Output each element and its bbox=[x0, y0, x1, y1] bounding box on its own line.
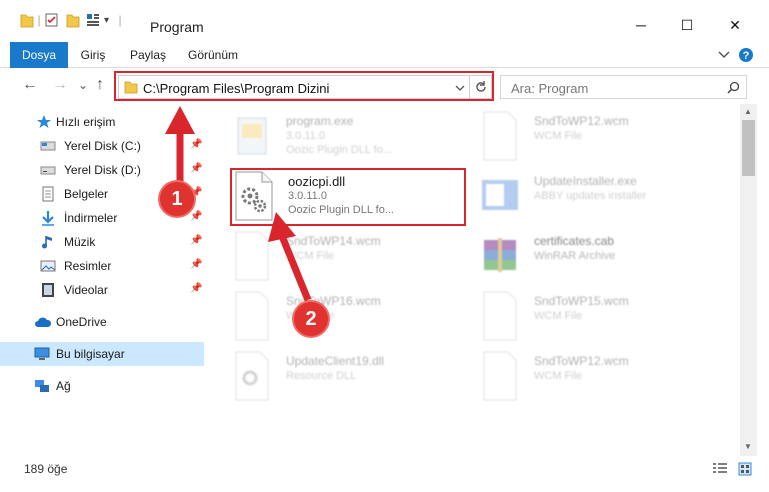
status-bar: 189 öğe bbox=[0, 458, 769, 480]
window-title: Program bbox=[150, 19, 204, 35]
sidebar-item-network[interactable]: Ağ bbox=[0, 374, 204, 398]
file-item[interactable]: SndToWP15.wcm WCM File bbox=[478, 288, 718, 346]
network-icon bbox=[35, 380, 49, 392]
view-options-icon[interactable] bbox=[86, 13, 100, 27]
title-bar: | ▾ | Program ─ ☐ ✕ bbox=[0, 0, 769, 42]
maximize-button[interactable]: ☐ bbox=[664, 14, 710, 36]
annotation-arrow-2 bbox=[268, 212, 312, 302]
download-icon bbox=[42, 211, 54, 226]
chevron-down-icon[interactable] bbox=[718, 50, 730, 60]
star-icon bbox=[37, 115, 51, 128]
dll-gear-icon bbox=[235, 351, 269, 401]
video-icon bbox=[42, 283, 54, 297]
document-icon bbox=[483, 111, 517, 161]
scroll-up-arrow[interactable]: ▲ bbox=[744, 107, 752, 116]
file-item[interactable]: certificates.cab WinRAR Archive bbox=[478, 228, 718, 286]
forward-button[interactable]: → bbox=[52, 76, 68, 94]
archive-icon bbox=[484, 238, 516, 272]
drive-icon bbox=[40, 166, 56, 175]
close-button[interactable]: ✕ bbox=[712, 14, 758, 36]
ribbon-tabs: Dosya Giriş Paylaş Görünüm ? bbox=[0, 42, 769, 68]
minimize-button[interactable]: ─ bbox=[618, 14, 664, 36]
file-item[interactable]: UpdateInstaller.exe ABBY updates install… bbox=[478, 168, 718, 226]
document-icon bbox=[483, 351, 517, 401]
details-view-icon[interactable] bbox=[712, 463, 728, 475]
file-item[interactable]: SndToWP12.wcm WCM File bbox=[478, 108, 718, 166]
installer-icon bbox=[482, 180, 518, 210]
up-button[interactable]: ↑ bbox=[96, 76, 104, 94]
quick-access-toolbar: | ▾ | bbox=[20, 12, 125, 28]
tab-share[interactable]: Paylaş bbox=[124, 42, 172, 68]
customize-toolbar-icon[interactable]: ▾ bbox=[104, 15, 109, 26]
file-item[interactable]: SndToWP12.wcm WCM File bbox=[478, 348, 718, 406]
tab-home[interactable]: Giriş bbox=[72, 42, 114, 68]
separator: | bbox=[118, 13, 122, 27]
new-folder-icon[interactable] bbox=[66, 12, 80, 28]
computer-icon bbox=[34, 347, 50, 360]
svg-text:?: ? bbox=[743, 50, 750, 62]
separator: | bbox=[37, 13, 41, 27]
cloud-icon bbox=[35, 317, 52, 327]
large-icons-view-icon[interactable] bbox=[738, 462, 752, 476]
step-badge-1: 1 bbox=[160, 182, 194, 216]
search-input[interactable]: Ara: Program bbox=[511, 81, 588, 96]
tab-view[interactable]: Görünüm bbox=[182, 42, 244, 68]
properties-icon[interactable] bbox=[44, 12, 60, 28]
scroll-down-arrow[interactable]: ▼ bbox=[744, 442, 752, 451]
scrollbar-thumb[interactable] bbox=[742, 120, 755, 176]
pictures-icon bbox=[40, 260, 56, 272]
folder-icon[interactable] bbox=[20, 12, 34, 28]
search-box[interactable]: Ara: Program bbox=[500, 75, 747, 99]
step-badge-2: 2 bbox=[294, 302, 328, 336]
vertical-scrollbar[interactable]: ▲ ▼ bbox=[740, 104, 757, 456]
documents-icon bbox=[42, 186, 54, 202]
drive-icon bbox=[40, 141, 56, 151]
item-count: 189 öğe bbox=[24, 462, 68, 476]
recent-locations-button[interactable]: ⌄ bbox=[78, 78, 88, 92]
back-button[interactable]: ← bbox=[22, 76, 38, 94]
file-item[interactable]: program.exe 3.0.11.0 Oozic Plugin DLL fo… bbox=[230, 108, 470, 166]
help-icon[interactable]: ? bbox=[738, 47, 754, 63]
music-icon bbox=[42, 236, 52, 249]
search-icon[interactable] bbox=[727, 81, 740, 94]
document-icon bbox=[483, 291, 517, 341]
file-item[interactable]: UpdateClient19.dll Resource DLL bbox=[230, 348, 470, 406]
tab-file[interactable]: Dosya bbox=[10, 42, 68, 68]
annotation-arrows bbox=[165, 106, 195, 196]
